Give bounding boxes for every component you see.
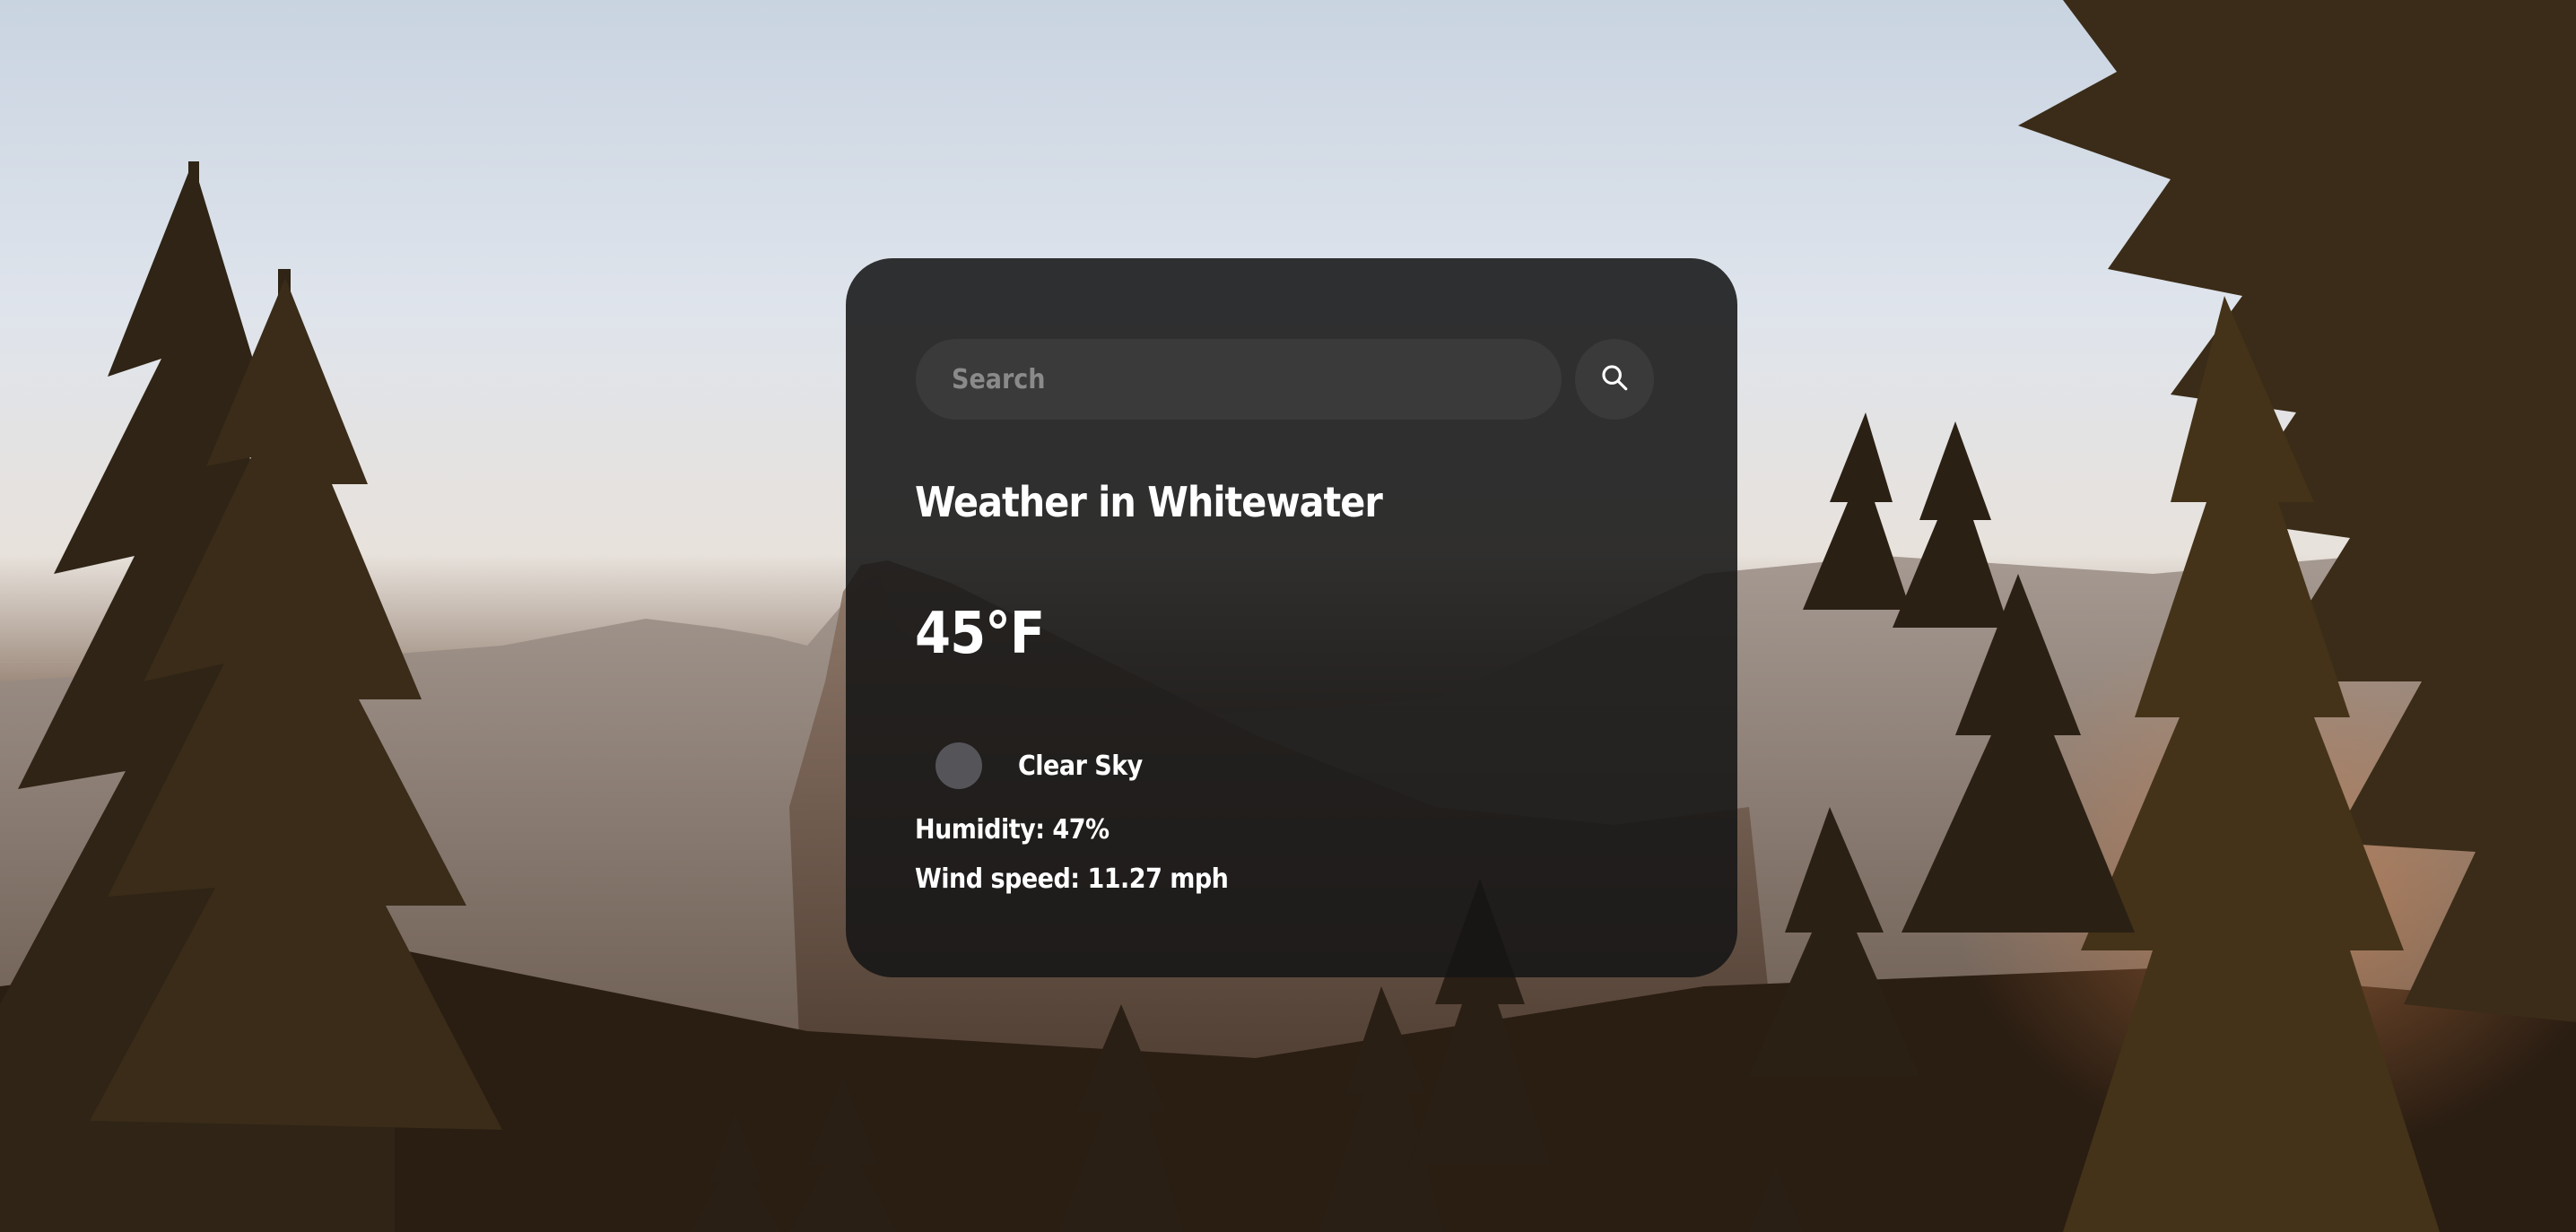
search-bar <box>916 339 1654 420</box>
search-input[interactable] <box>916 339 1562 420</box>
wind-speed: Wind speed: 11.27 mph <box>915 863 1229 895</box>
temperature: 45°F <box>915 601 1045 667</box>
humidity: Humidity: 47% <box>915 814 1110 846</box>
search-button[interactable] <box>1575 339 1654 420</box>
condition-row: Clear Sky <box>936 740 1143 792</box>
weather-card: Weather in Whitewater 45°F Clear Sky Hum… <box>846 258 1737 977</box>
condition-description: Clear Sky <box>1018 750 1143 782</box>
search-icon <box>1599 362 1630 397</box>
weather-title: Weather in Whitewater <box>915 478 1383 526</box>
weather-condition-icon <box>936 742 982 789</box>
